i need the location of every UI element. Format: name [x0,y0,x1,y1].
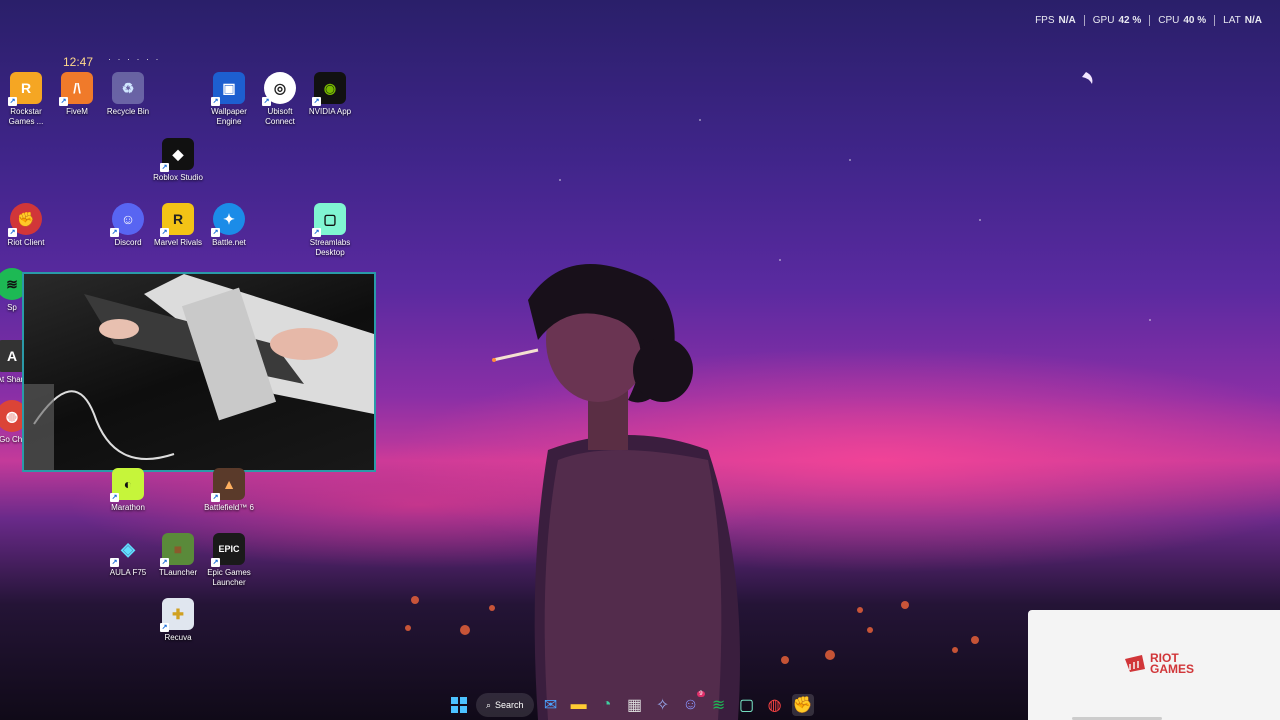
discord-icon: ☺ ↗ [110,203,144,237]
nvidia-icon: ◉ ↗ [312,72,346,106]
streamlabs-icon: ▢ [739,697,755,714]
girl-silhouette [492,264,740,720]
recuva-icon: ✚ ↗ [160,598,194,632]
cpu-stat: CPU 40 % [1149,14,1214,26]
riot-client-icon: ✊ [792,697,813,714]
marathon-icon: ◐ ↗ [110,468,144,502]
windows-icon [451,697,467,713]
search-icon: ⌕ [486,699,492,710]
riot-client-splash[interactable]: RIOT GAMES [1028,610,1280,720]
webcam-feed [24,274,374,470]
desktop-icon-fivem[interactable]: /\ ↗ FiveM [51,72,103,117]
desktop-icon-wallpaper-engine[interactable]: ▣ ↗ Wallpaper Engine [203,72,255,127]
desktop-icon-aula[interactable]: ◈ ↗ AULA F75 [102,533,154,578]
roblox-studio-icon: ◆ ↗ [160,138,194,172]
taskbar-file-explorer[interactable]: ▬ [568,694,590,716]
copilot-icon: ✧ [655,697,670,714]
webcam-overlay [22,272,376,472]
performance-overlay: FPS N/A GPU 42 % CPU 40 % LAT N/A [1027,12,1270,28]
battlenet-icon: ✦ ↗ [211,203,245,237]
desktop-icon-marvel-rivals[interactable]: R ↗ Marvel Rivals [152,203,204,248]
gpu-stat: GPU 42 % [1083,14,1149,26]
taskbar-spotify[interactable]: ≋ [708,694,730,716]
recycle-bin-icon: ♻ [112,72,144,104]
desktop-icon-tlauncher[interactable]: ■ ↗ TLauncher [152,533,204,578]
taskbar-store[interactable]: ▦ [624,694,646,716]
chrome-icon: ◍ [767,697,782,714]
desktop-icon-epic-games[interactable]: EPIC ↗ Epic Games Launcher [203,533,255,588]
battlefield-icon: ▲ ↗ [211,468,245,502]
audio-visualizer-widget: · · · · · · [108,54,161,64]
riot-fist-icon [1125,655,1145,672]
taskbar-outlook[interactable]: ✉ [540,694,562,716]
taskbar: ⌕ Search ✉ ▬ ◔ ▦ ✧ ☺ 9 ≋ ▢ ◍ ✊ [448,691,814,718]
desktop-icon-discord[interactable]: ☺ ↗ Discord [102,203,154,248]
latency-stat: LAT N/A [1214,14,1270,26]
desktop-icon-nvidia[interactable]: ◉ ↗ NVIDIA App [304,72,356,117]
mail-app-icon: ✉ [543,697,558,714]
desktop-icon-rockstar[interactable]: R ↗ Rockstar Games ... [0,72,52,127]
desktop-icon-ubisoft[interactable]: ◎ ↗ Ubisoft Connect [254,72,306,127]
riot-client-icon: ✊ ↗ [8,203,42,237]
taskbar-discord[interactable]: ☺ 9 [680,691,705,716]
ubisoft-icon: ◎ ↗ [262,72,296,106]
discord-icon: ☺ [682,696,699,713]
aula-icon: ◈ ↗ [110,538,135,567]
desktop-icon-marathon[interactable]: ◐ ↗ Marathon [102,468,154,513]
rockstar-icon: R ↗ [8,72,42,106]
taskbar-riot-client[interactable]: ✊ [791,694,814,716]
taskbar-chrome[interactable]: ◍ [764,694,786,716]
taskbar-edge[interactable]: ◔ [596,694,618,716]
riot-games-wordmark: RIOT GAMES [1150,651,1195,676]
desktop-icon-streamlabs[interactable]: ▢ ↗ Streamlabs Desktop [304,203,356,258]
taskbar-streamlabs[interactable]: ▢ [736,694,758,716]
desktop-icon-battlefield[interactable]: ▲ ↗ Battlefield™ 6 [203,468,255,513]
store-icon: ▦ [627,697,643,714]
riot-games-logo: RIOT GAMES [1124,651,1195,676]
desktop-icon-recuva[interactable]: ✚ ↗ Recuva [152,598,204,643]
taskbar-search[interactable]: ⌕ Search [476,693,534,717]
desktop-icon-battlenet[interactable]: ✦ ↗ Battle.net [203,203,255,248]
notification-badge: 9 [697,691,705,697]
desktop-icon-recycle-bin[interactable]: ♻ Recycle Bin [102,72,154,117]
taskbar-copilot[interactable]: ✧ [652,694,674,716]
start-button[interactable] [448,694,470,716]
streamlabs-icon: ▢ ↗ [312,203,346,237]
fivem-icon: /\ ↗ [59,72,93,106]
desktop-icon-roblox-studio[interactable]: ◆ ↗ Roblox Studio [152,138,204,183]
marvel-rivals-icon: R ↗ [160,203,194,237]
fps-stat: FPS N/A [1035,14,1076,26]
folder-icon: ▬ [570,696,587,713]
spotify-icon: ≋ [711,697,726,714]
epic-games-icon: EPIC ↗ [211,533,245,567]
edge-icon: ◔ [601,696,612,713]
tlauncher-icon: ■ ↗ [160,533,194,567]
desktop-clock-widget: 12:47 [63,55,94,69]
desktop-icon-riot-client[interactable]: ✊ ↗ Riot Client [0,203,52,248]
wallpaper-engine-icon: ▣ ↗ [211,72,245,106]
